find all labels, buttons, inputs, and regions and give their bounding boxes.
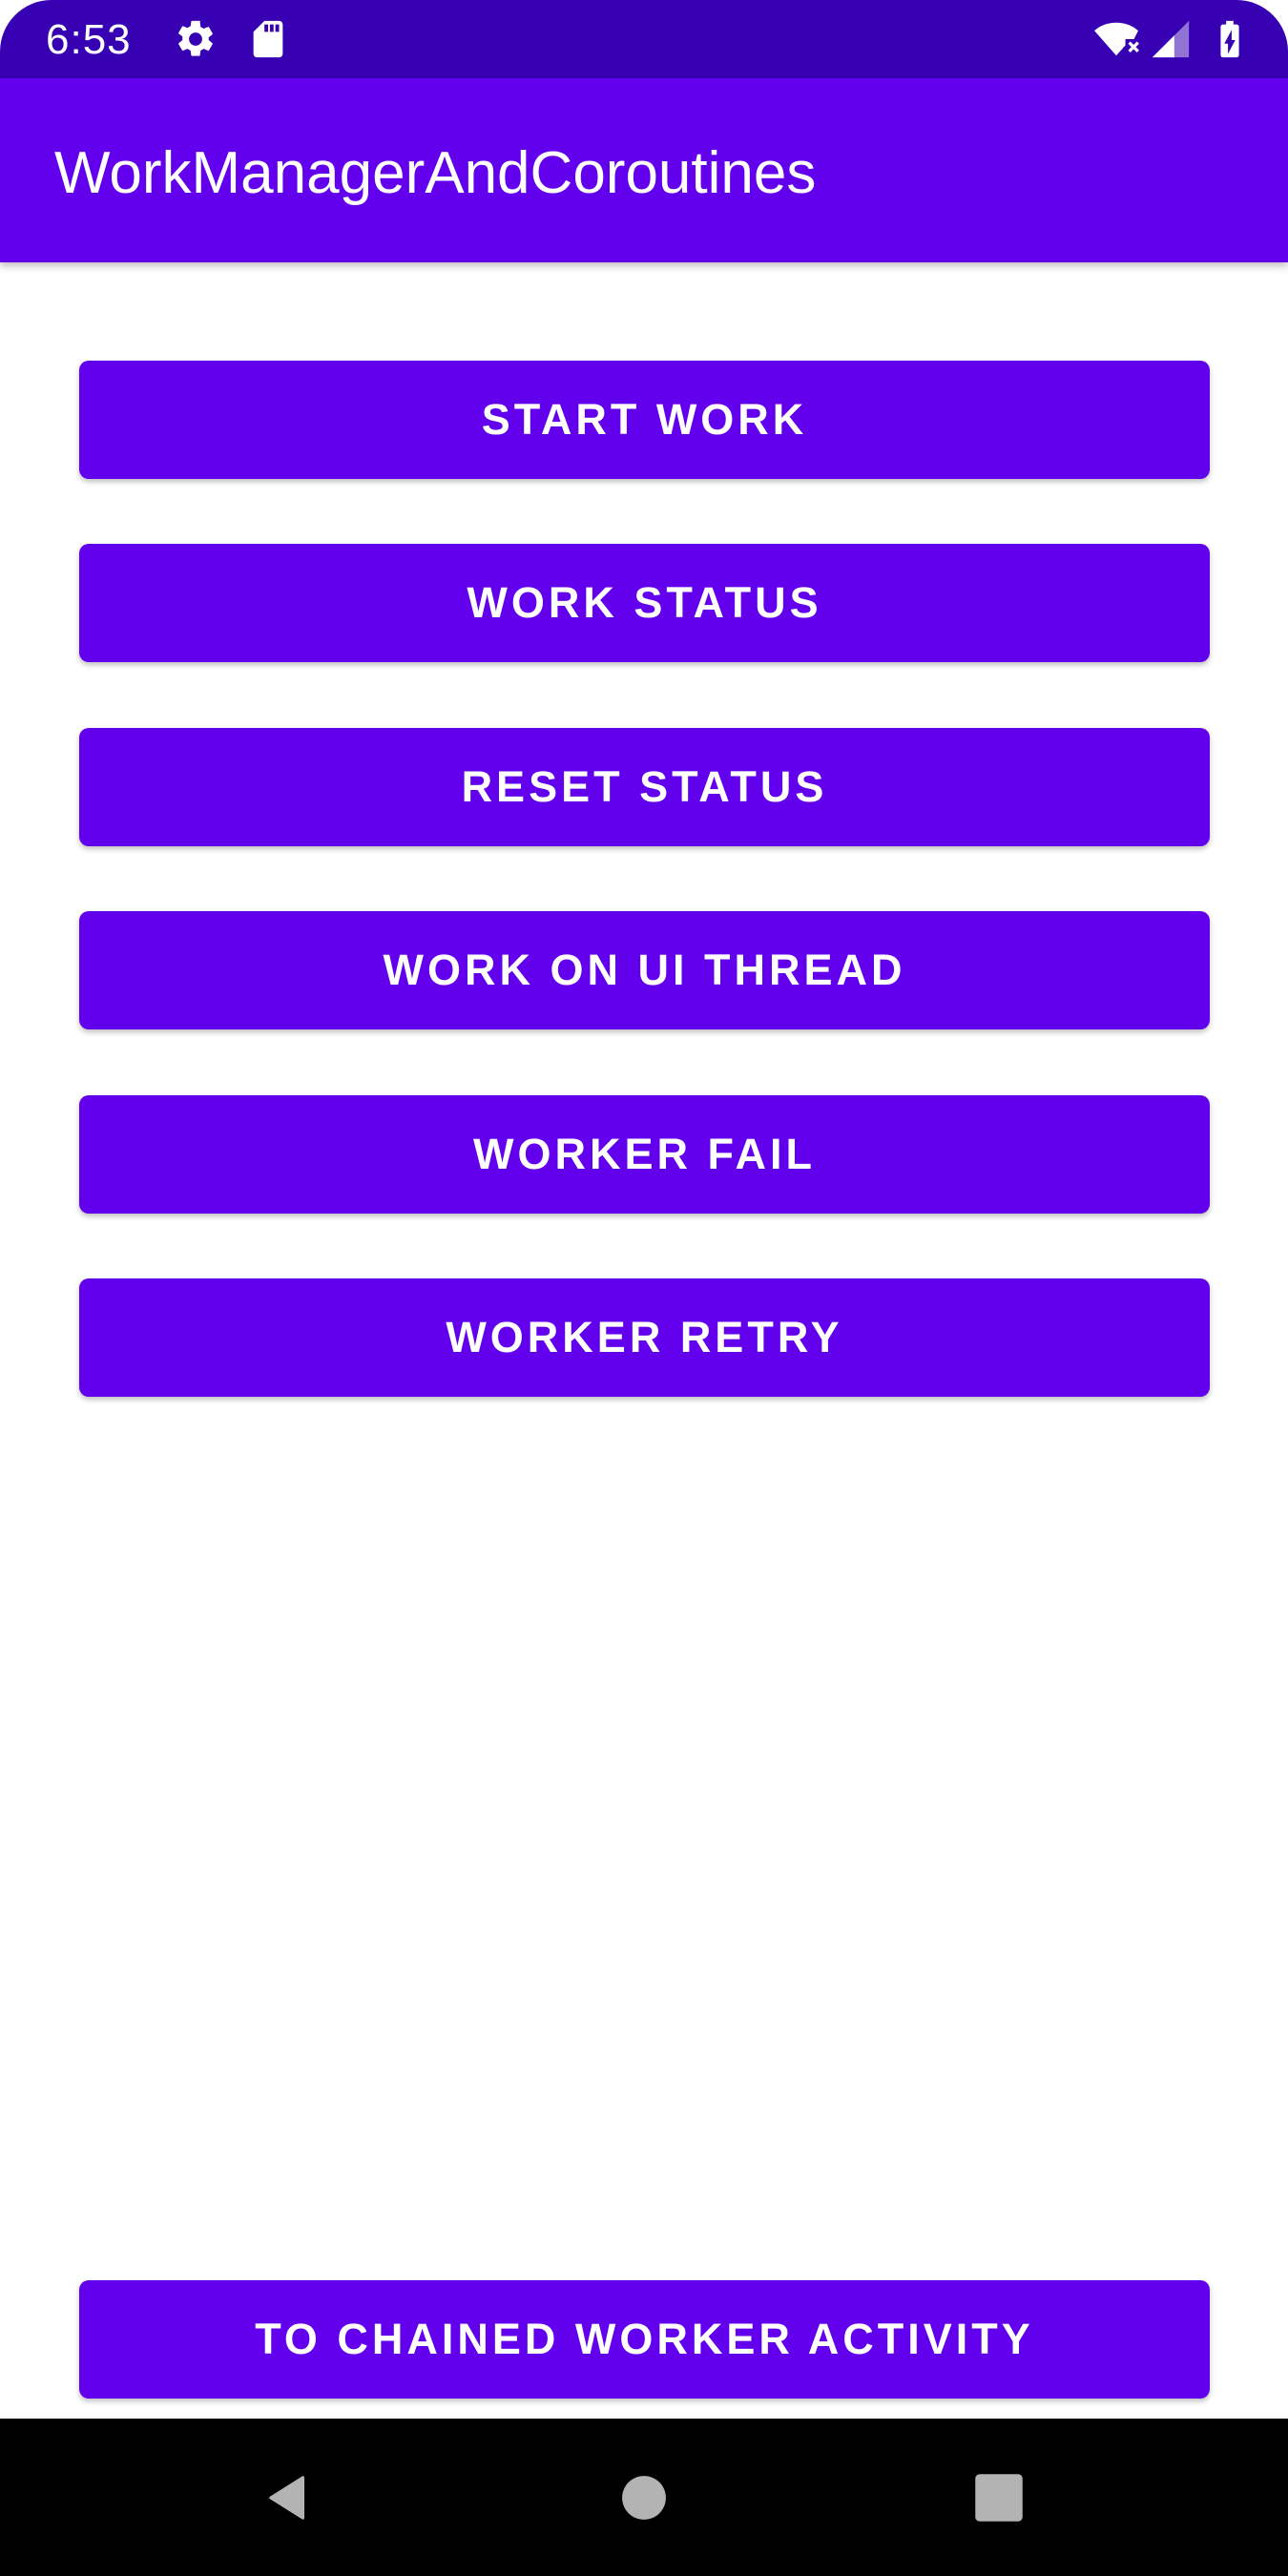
recents-icon[interactable] <box>953 2452 1045 2544</box>
status-time: 6:53 <box>46 16 132 63</box>
work-status-button[interactable]: WORK STATUS <box>79 544 1210 662</box>
battery-charging-icon <box>1208 17 1252 61</box>
worker-fail-button[interactable]: WORKER FAIL <box>79 1095 1210 1214</box>
reset-status-button[interactable]: RESET STATUS <box>79 728 1210 846</box>
start-work-button[interactable]: START WORK <box>79 361 1210 479</box>
sd-card-icon <box>246 17 290 61</box>
to-chained-worker-activity-button[interactable]: TO CHAINED WORKER ACTIVITY <box>79 2280 1210 2399</box>
settings-gear-icon <box>174 17 218 61</box>
cell-signal-icon <box>1149 17 1193 61</box>
screen: 6:53 WorkManagerAndCoroutines START WORK… <box>0 0 1288 2576</box>
app-bar: WorkManagerAndCoroutines <box>0 78 1288 262</box>
navigation-bar <box>0 2419 1288 2576</box>
worker-retry-button[interactable]: WORKER RETRY <box>79 1278 1210 1397</box>
work-on-ui-thread-button[interactable]: WORK ON UI THREAD <box>79 911 1210 1029</box>
back-icon[interactable] <box>240 2452 332 2544</box>
home-icon[interactable] <box>598 2452 690 2544</box>
status-bar: 6:53 <box>0 0 1288 78</box>
wifi-icon <box>1091 17 1141 61</box>
app-title: WorkManagerAndCoroutines <box>54 140 817 206</box>
